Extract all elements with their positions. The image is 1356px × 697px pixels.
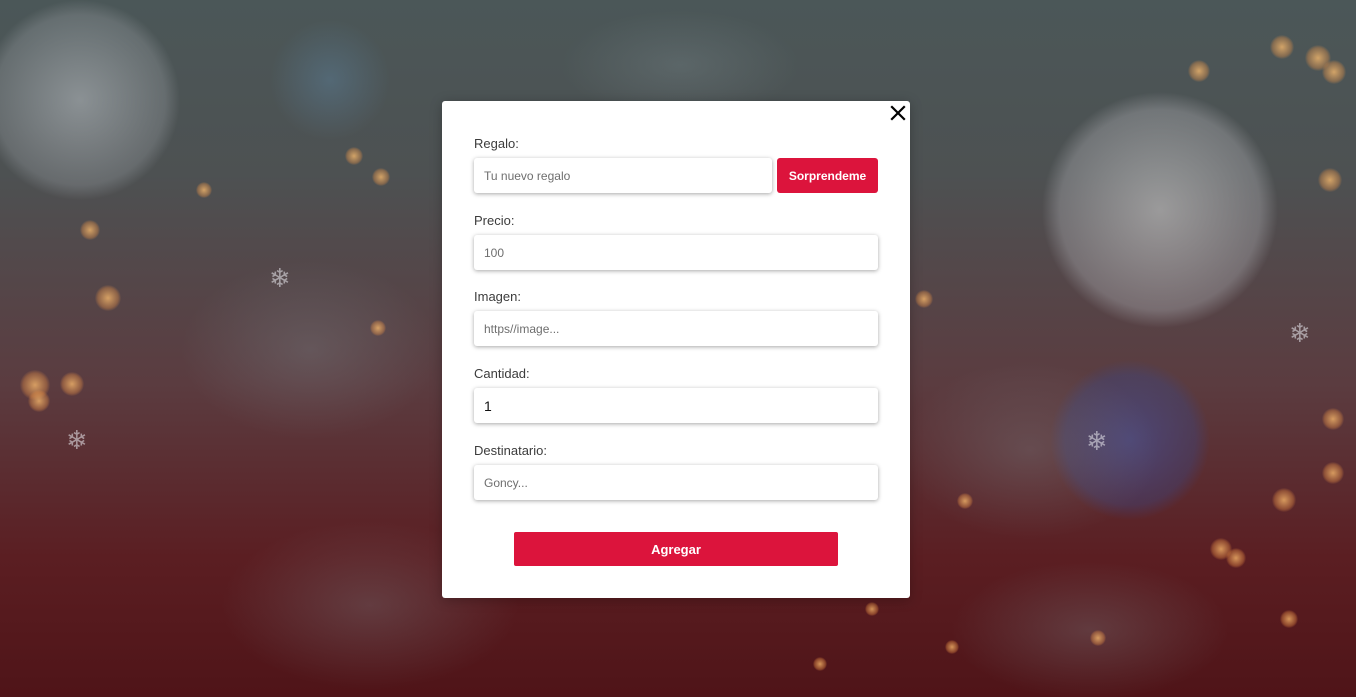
- bokeh-light: [915, 290, 933, 308]
- add-gift-button[interactable]: Agregar: [514, 532, 838, 566]
- bokeh-light: [60, 372, 84, 396]
- gift-input-row: Sorprendeme: [474, 158, 878, 193]
- pine-branch: [180, 260, 440, 440]
- price-field: Precio:: [474, 213, 878, 270]
- price-input[interactable]: [474, 235, 878, 270]
- bokeh-light: [1270, 35, 1294, 59]
- pine-branch: [900, 360, 1160, 540]
- image-url-input[interactable]: [474, 311, 878, 346]
- bokeh-light: [80, 220, 100, 240]
- bokeh-light: [1322, 60, 1346, 84]
- bokeh-light: [1322, 462, 1344, 484]
- pine-branch: [950, 560, 1230, 697]
- bokeh-light: [1318, 168, 1342, 192]
- bokeh-light: [957, 493, 973, 509]
- bokeh-light: [370, 320, 386, 336]
- bokeh-light: [28, 390, 50, 412]
- quantity-field: Cantidad:: [474, 366, 878, 423]
- bokeh-light: [196, 182, 212, 198]
- recipient-input[interactable]: [474, 465, 878, 500]
- gift-label: Regalo:: [474, 136, 519, 151]
- recipient-label: Destinatario:: [474, 443, 547, 458]
- close-icon: [890, 105, 906, 121]
- bokeh-light: [1322, 408, 1344, 430]
- price-label: Precio:: [474, 213, 515, 228]
- snowflake-icon: ❄: [1086, 427, 1108, 457]
- bokeh-light: [865, 602, 879, 616]
- snowflake-icon: ❄: [66, 426, 88, 456]
- quantity-input[interactable]: [474, 388, 878, 423]
- add-gift-modal: Regalo: Sorprendeme Precio: Imagen: Cant…: [442, 101, 910, 598]
- bokeh-light: [1272, 488, 1296, 512]
- quantity-label: Cantidad:: [474, 366, 530, 381]
- bokeh-light: [345, 147, 363, 165]
- bokeh-light: [1188, 60, 1210, 82]
- bokeh-light: [1280, 610, 1298, 628]
- close-button[interactable]: [890, 105, 906, 121]
- bokeh-light: [1090, 630, 1106, 646]
- surprise-button[interactable]: Sorprendeme: [777, 158, 878, 193]
- bokeh-light: [372, 168, 390, 186]
- gift-input[interactable]: [474, 158, 772, 193]
- bokeh-light: [945, 640, 959, 654]
- image-field: Imagen:: [474, 289, 878, 346]
- gift-field: Regalo: Sorprendeme: [474, 136, 878, 193]
- bokeh-light: [813, 657, 827, 671]
- snowflake-icon: ❄: [269, 264, 291, 294]
- bokeh-light: [1226, 548, 1246, 568]
- image-label: Imagen:: [474, 289, 521, 304]
- recipient-field: Destinatario:: [474, 443, 878, 500]
- bokeh-light: [95, 285, 121, 311]
